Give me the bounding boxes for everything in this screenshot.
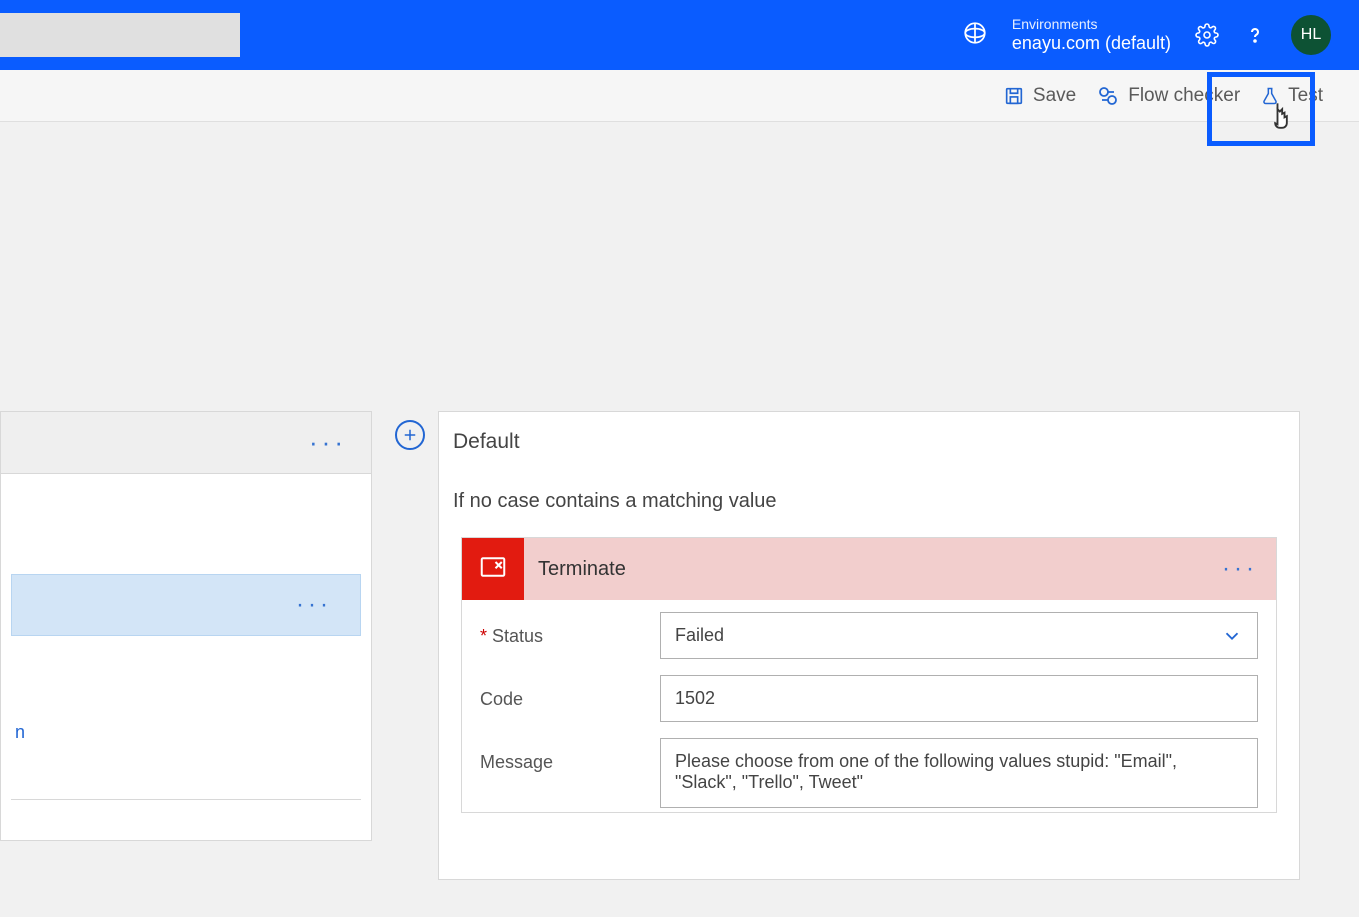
search-input[interactable] bbox=[0, 13, 240, 57]
terminate-icon bbox=[478, 552, 508, 587]
more-icon[interactable]: ··· bbox=[309, 427, 347, 458]
case-left-header: ··· bbox=[1, 412, 371, 474]
message-value: Please choose from one of the following … bbox=[675, 751, 1177, 792]
code-value: 1502 bbox=[675, 688, 715, 708]
case-title: Default bbox=[439, 412, 1299, 462]
save-label: Save bbox=[1033, 85, 1076, 107]
user-avatar[interactable]: HL bbox=[1291, 15, 1331, 55]
code-input[interactable]: 1502 bbox=[660, 675, 1258, 722]
editor-toolbar: Save Flow checker Test bbox=[0, 70, 1359, 122]
environment-selector[interactable]: Environments enayu.com (default) bbox=[1012, 16, 1171, 54]
environment-name: enayu.com (default) bbox=[1012, 33, 1171, 55]
status-field-row: * Status Failed bbox=[462, 600, 1276, 663]
environment-label: Environments bbox=[1012, 16, 1171, 33]
environment-icon bbox=[962, 20, 988, 51]
more-icon[interactable]: ··· bbox=[1222, 555, 1276, 583]
app-header: Environments enayu.com (default) HL bbox=[0, 0, 1359, 70]
flow-checker-label: Flow checker bbox=[1128, 85, 1240, 107]
status-label: Status bbox=[492, 626, 543, 646]
truncated-text: n bbox=[11, 722, 361, 743]
terminate-action: Terminate ··· * Status Failed Code 1502 … bbox=[461, 537, 1277, 813]
header-right: Environments enayu.com (default) HL bbox=[962, 15, 1359, 55]
code-label: Code bbox=[480, 689, 523, 709]
settings-icon[interactable] bbox=[1195, 23, 1219, 47]
save-button[interactable]: Save bbox=[1003, 85, 1076, 107]
message-input[interactable]: Please choose from one of the following … bbox=[660, 738, 1258, 808]
test-label: Test bbox=[1288, 85, 1323, 107]
help-icon[interactable] bbox=[1243, 23, 1267, 47]
action-title: Terminate bbox=[524, 558, 1222, 581]
case-card-left: ··· ··· n bbox=[0, 411, 372, 841]
action-header[interactable]: Terminate ··· bbox=[462, 538, 1276, 600]
message-label: Message bbox=[480, 752, 553, 772]
message-field-row: Message Please choose from one of the fo… bbox=[462, 726, 1276, 812]
code-field-row: Code 1502 bbox=[462, 663, 1276, 726]
status-select[interactable]: Failed bbox=[660, 612, 1258, 659]
flow-checker-button[interactable]: Flow checker bbox=[1096, 84, 1240, 108]
status-value: Failed bbox=[675, 625, 724, 645]
default-case-card: Default If no case contains a matching v… bbox=[438, 411, 1300, 880]
test-button[interactable]: Test bbox=[1260, 85, 1323, 107]
avatar-initials: HL bbox=[1301, 26, 1321, 44]
sub-action-item[interactable]: ··· bbox=[11, 574, 361, 636]
chevron-down-icon bbox=[1221, 625, 1243, 652]
case-description: If no case contains a matching value bbox=[439, 462, 1299, 537]
more-icon[interactable]: ··· bbox=[296, 591, 332, 619]
add-case-button[interactable] bbox=[395, 420, 425, 450]
